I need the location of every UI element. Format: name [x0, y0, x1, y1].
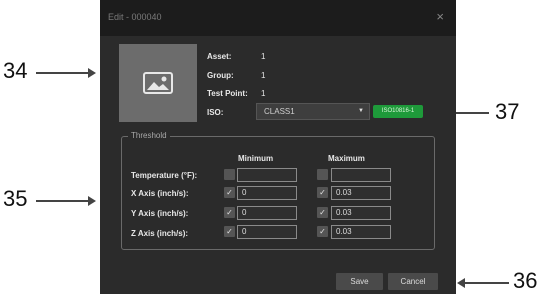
- temperature-min-checkbox[interactable]: [224, 169, 235, 180]
- z-axis-min-checkbox[interactable]: ✓: [224, 226, 235, 237]
- chevron-down-icon: ▼: [358, 108, 364, 114]
- x-axis-min-checkbox[interactable]: ✓: [224, 187, 235, 198]
- x-axis-max-checkbox[interactable]: ✓: [317, 187, 328, 198]
- iso-label: ISO:: [207, 108, 224, 117]
- z-axis-label: Z Axis (inch/s):: [131, 229, 189, 238]
- temperature-label: Temperature (°F):: [131, 171, 198, 180]
- callout-35: 35: [3, 186, 28, 211]
- save-button[interactable]: Save: [336, 273, 383, 290]
- z-axis-max-checkbox[interactable]: ✓: [317, 226, 328, 237]
- threshold-legend: Threshold: [128, 131, 170, 140]
- iso-select-value: CLASS1: [264, 107, 295, 116]
- test-point-value: 1: [261, 89, 266, 98]
- callout-36: 36: [513, 268, 538, 293]
- y-axis-min-checkbox[interactable]: ✓: [224, 207, 235, 218]
- callout-34-arrow: [36, 72, 88, 74]
- temperature-min-input[interactable]: [237, 168, 297, 182]
- cancel-button[interactable]: Cancel: [388, 273, 438, 290]
- dialog-titlebar: Edit - 000040 ×: [100, 0, 456, 36]
- group-label: Group:: [207, 71, 234, 80]
- callout-37: 37: [495, 99, 520, 124]
- asset-image-thumbnail[interactable]: [119, 44, 197, 122]
- callout-35-arrowhead: [88, 196, 96, 206]
- x-axis-min-input[interactable]: 0: [237, 186, 297, 200]
- callout-36-arrowhead: [457, 278, 465, 288]
- callout-36-arrow: [465, 282, 509, 284]
- close-icon[interactable]: ×: [436, 9, 444, 24]
- asset-label: Asset:: [207, 52, 232, 61]
- x-axis-max-input[interactable]: 0.03: [331, 186, 391, 200]
- group-value: 1: [261, 71, 266, 80]
- y-axis-max-input[interactable]: 0.03: [331, 206, 391, 220]
- x-axis-label: X Axis (inch/s):: [131, 189, 189, 198]
- minimum-header: Minimum: [238, 154, 274, 163]
- iso-standard-badge: ISO10816-1: [373, 105, 423, 118]
- test-point-label: Test Point:: [207, 89, 248, 98]
- asset-value: 1: [261, 52, 266, 61]
- maximum-header: Maximum: [328, 154, 365, 163]
- image-placeholder-icon: [143, 72, 173, 94]
- iso-class-select[interactable]: CLASS1 ▼: [256, 103, 370, 120]
- y-axis-max-checkbox[interactable]: ✓: [317, 207, 328, 218]
- callout-35-arrow: [36, 200, 88, 202]
- y-axis-label: Y Axis (inch/s):: [131, 209, 189, 218]
- y-axis-min-input[interactable]: 0: [237, 206, 297, 220]
- edit-dialog: Edit - 000040 × Asset: 1 Group: 1 Test P…: [100, 0, 456, 294]
- temperature-max-input[interactable]: [331, 168, 391, 182]
- dialog-title: Edit - 000040: [108, 12, 162, 22]
- callout-34: 34: [3, 58, 28, 83]
- callout-34-arrowhead: [88, 68, 96, 78]
- z-axis-min-input[interactable]: 0: [237, 225, 297, 239]
- z-axis-max-input[interactable]: 0.03: [331, 225, 391, 239]
- temperature-max-checkbox[interactable]: [317, 169, 328, 180]
